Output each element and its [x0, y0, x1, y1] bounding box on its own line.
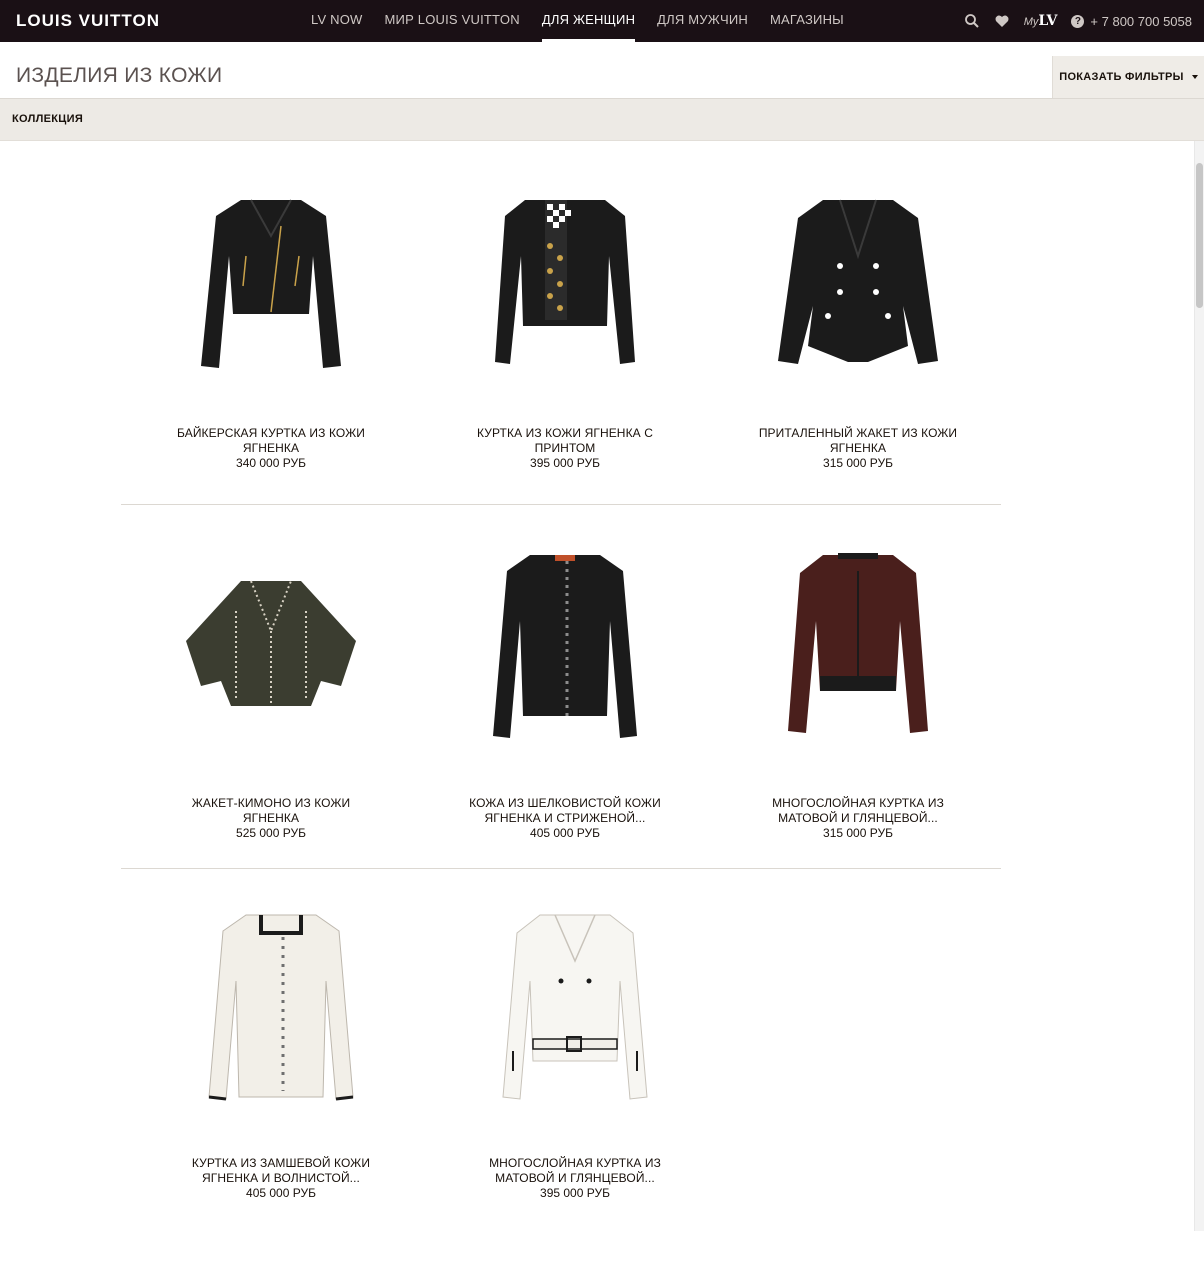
- product-card[interactable]: МНОГОСЛОЙНАЯ КУРТКА ИЗ МАТОВОЙ И ГЛЯНЦЕВ…: [728, 551, 988, 841]
- product-price: 315 000 РУБ: [823, 826, 893, 840]
- product-price: 395 000 РУБ: [530, 456, 600, 470]
- product-name[interactable]: ПРИТАЛЕННЫЙ ЖАКЕТ ИЗ КОЖИ ЯГНЕНКА: [758, 426, 958, 456]
- product-name[interactable]: БАЙКЕРСКАЯ КУРТКА ИЗ КОЖИ ЯГНЕНКА: [171, 426, 371, 456]
- product-price: 525 000 РУБ: [236, 826, 306, 840]
- main-nav: LV NOW МИР LOUIS VUITTON ДЛЯ ЖЕНЩИН ДЛЯ …: [300, 0, 855, 42]
- page-title: ИЗДЕЛИЯ ИЗ КОЖИ: [16, 64, 223, 87]
- nav-item-world[interactable]: МИР LOUIS VUITTON: [385, 0, 520, 42]
- product-name[interactable]: КУРТКА ИЗ КОЖИ ЯГНЕНКА С ПРИНТОМ: [465, 426, 665, 456]
- row-divider: [121, 868, 1001, 869]
- product-image[interactable]: [141, 551, 401, 751]
- product-card[interactable]: МНОГОСЛОЙНАЯ КУРТКА ИЗ МАТОВОЙ И ГЛЯНЦЕВ…: [445, 911, 705, 1201]
- product-price: 340 000 РУБ: [236, 456, 306, 470]
- product-name[interactable]: КОЖА ИЗ ШЕЛКОВИСТОЙ КОЖИ ЯГНЕНКА И СТРИЖ…: [465, 796, 665, 826]
- product-price: 405 000 РУБ: [530, 826, 600, 840]
- product-price: 395 000 РУБ: [540, 1186, 610, 1200]
- product-image[interactable]: [435, 196, 695, 396]
- product-card[interactable]: КУРТКА ИЗ КОЖИ ЯГНЕНКА С ПРИНТОМ 395 000…: [435, 196, 695, 471]
- product-image[interactable]: [445, 911, 705, 1111]
- product-card[interactable]: КУРТКА ИЗ ЗАМШЕВОЙ КОЖИ ЯГНЕНКА И ВОЛНИС…: [151, 911, 411, 1201]
- nav-item-lv-now[interactable]: LV NOW: [311, 0, 363, 42]
- product-image[interactable]: [151, 911, 411, 1111]
- collection-filter[interactable]: КОЛЛЕКЦИЯ: [12, 113, 83, 125]
- nav-item-stores[interactable]: МАГАЗИНЫ: [770, 0, 844, 42]
- product-price: 405 000 РУБ: [246, 1186, 316, 1200]
- product-image[interactable]: [728, 551, 988, 751]
- nav-item-men[interactable]: ДЛЯ МУЖЧИН: [657, 0, 748, 42]
- product-name[interactable]: ЖАКЕТ-КИМОНО ИЗ КОЖИ ЯГНЕНКА: [171, 796, 371, 826]
- product-card[interactable]: ПРИТАЛЕННЫЙ ЖАКЕТ ИЗ КОЖИ ЯГНЕНКА 315 00…: [728, 196, 988, 471]
- phone-number: + 7 800 700 5058: [1090, 13, 1192, 29]
- mylv-prefix: My: [1023, 16, 1039, 28]
- header-tools: MyLV ? + 7 800 700 5058: [964, 0, 1192, 42]
- show-filters-label: ПОКАЗАТЬ ФИЛЬТРЫ: [1059, 71, 1184, 83]
- product-image[interactable]: [141, 196, 401, 396]
- product-image[interactable]: [435, 551, 695, 751]
- title-bar: ИЗДЕЛИЯ ИЗ КОЖИ ПОКАЗАТЬ ФИЛЬТРЫ: [0, 42, 1204, 99]
- nav-item-women[interactable]: ДЛЯ ЖЕНЩИН: [541, 0, 636, 42]
- mylv-mark: LV: [1038, 13, 1058, 29]
- chevron-down-icon: [1191, 75, 1198, 79]
- product-card[interactable]: КОЖА ИЗ ШЕЛКОВИСТОЙ КОЖИ ЯГНЕНКА И СТРИЖ…: [435, 551, 695, 841]
- phone-link[interactable]: ? + 7 800 700 5058: [1071, 14, 1192, 29]
- product-name[interactable]: МНОГОСЛОЙНАЯ КУРТКА ИЗ МАТОВОЙ И ГЛЯНЦЕВ…: [475, 1156, 675, 1186]
- row-divider: [121, 504, 1001, 505]
- top-navigation: LOUIS VUITTON LV NOW МИР LOUIS VUITTON Д…: [0, 0, 1204, 42]
- scrollbar-thumb[interactable]: [1196, 163, 1203, 308]
- help-icon: ?: [1071, 14, 1085, 28]
- product-name[interactable]: МНОГОСЛОЙНАЯ КУРТКА ИЗ МАТОВОЙ И ГЛЯНЦЕВ…: [758, 796, 958, 826]
- product-image[interactable]: [728, 196, 988, 396]
- product-card[interactable]: БАЙКЕРСКАЯ КУРТКА ИЗ КОЖИ ЯГНЕНКА 340 00…: [141, 196, 401, 471]
- mylv-icon[interactable]: MyLV: [1024, 13, 1058, 29]
- show-filters-button[interactable]: ПОКАЗАТЬ ФИЛЬТРЫ: [1052, 56, 1204, 98]
- brand-logo[interactable]: LOUIS VUITTON: [16, 11, 160, 31]
- product-price: 315 000 РУБ: [823, 456, 893, 470]
- heart-icon[interactable]: [994, 13, 1010, 29]
- product-name[interactable]: КУРТКА ИЗ ЗАМШЕВОЙ КОЖИ ЯГНЕНКА И ВОЛНИС…: [181, 1156, 381, 1186]
- product-card[interactable]: ЖАКЕТ-КИМОНО ИЗ КОЖИ ЯГНЕНКА 525 000 РУБ: [141, 551, 401, 841]
- collection-bar: КОЛЛЕКЦИЯ: [0, 99, 1204, 141]
- search-icon[interactable]: [964, 13, 980, 29]
